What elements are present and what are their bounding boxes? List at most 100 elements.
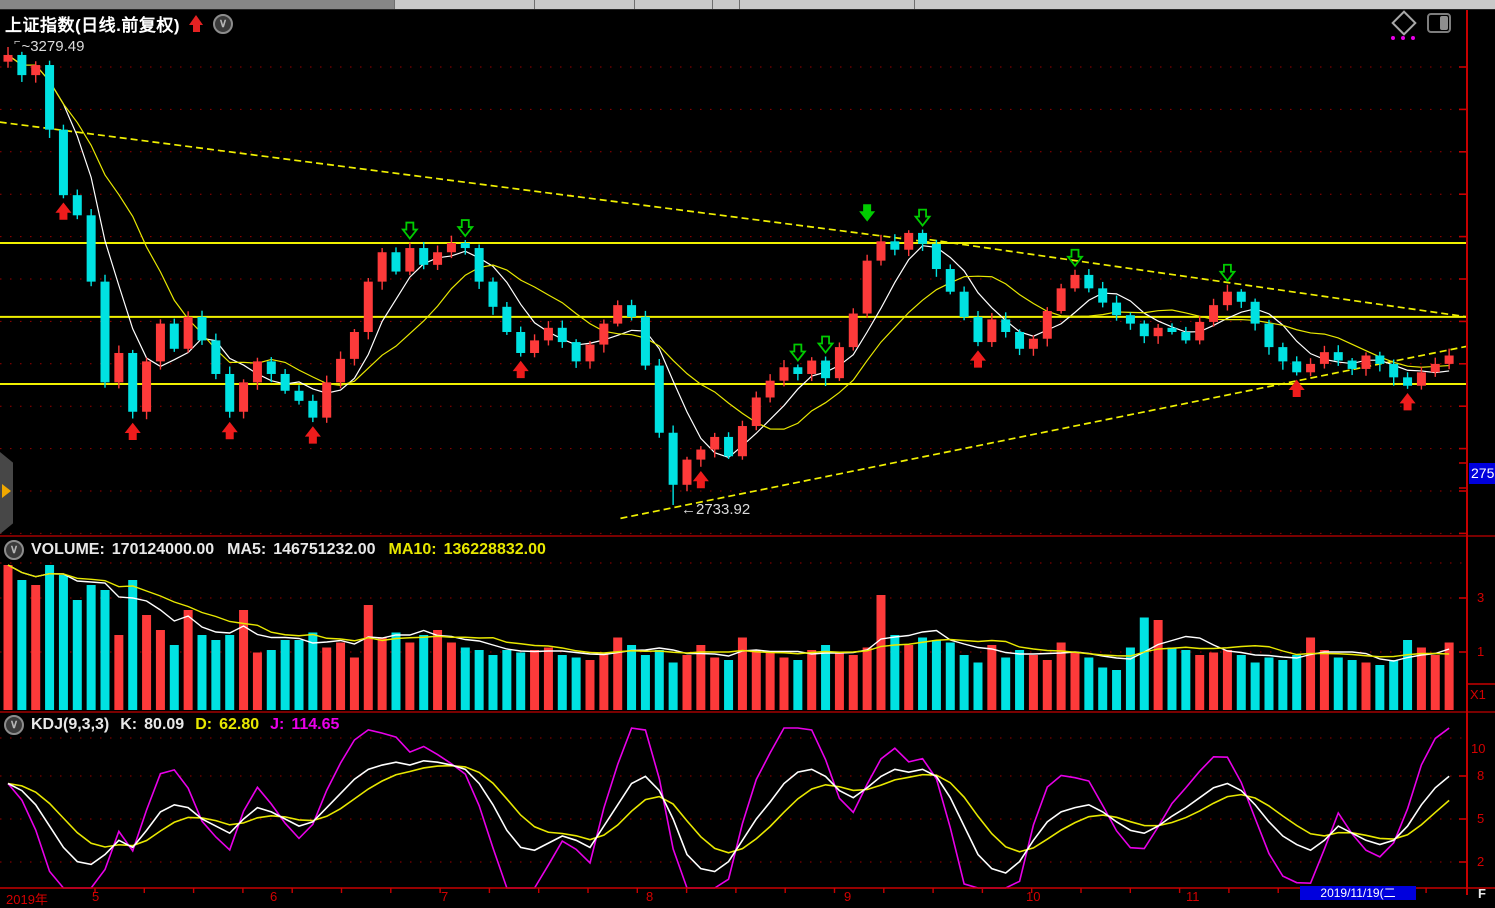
sell-signal-hollow-arrow — [819, 337, 833, 353]
x-axis-year-label: 2019年 — [6, 889, 48, 908]
volume-bar — [1140, 618, 1149, 711]
high-price-label: ⌐~3279.49 — [14, 36, 84, 55]
kdj-k-label: K: — [120, 716, 137, 734]
high-pointer-mark: ⌐ — [14, 36, 20, 48]
volume-bar — [239, 610, 248, 710]
toolbar-segment-dark — [0, 0, 394, 9]
volume-bar — [655, 650, 664, 710]
sidebar-expand-handle[interactable] — [0, 452, 13, 534]
candle-body — [1348, 361, 1357, 369]
volume-bar — [461, 648, 470, 711]
candle-body — [793, 367, 802, 374]
volume-bar — [1334, 658, 1343, 711]
trendline — [620, 346, 1467, 518]
toolbar-separator — [739, 0, 740, 9]
volume-bar — [779, 658, 788, 711]
volume-bar — [807, 650, 816, 710]
volume-ma5-label: MA5: — [227, 541, 266, 559]
volume-bar — [391, 633, 400, 711]
volume-bar — [294, 640, 303, 710]
kdj-k-value: 80.09 — [144, 716, 184, 734]
volume-bar — [613, 638, 622, 711]
volume-bar — [973, 663, 982, 711]
corner-partial-char: F — [1478, 886, 1486, 901]
candle-body — [1084, 275, 1093, 288]
volume-bar — [1306, 638, 1315, 711]
volume-axis-label: 3 — [1477, 590, 1484, 605]
kdj-axis-label: 5 — [1477, 811, 1484, 826]
ellipsis-dots-icon — [1391, 36, 1415, 40]
collapse-kdj-icon[interactable]: ∨ — [4, 715, 24, 735]
volume-bar — [156, 630, 165, 710]
volume-bar — [1237, 655, 1246, 710]
candle-body — [627, 305, 636, 317]
toolbar-separator — [534, 0, 535, 9]
volume-bar — [322, 648, 331, 711]
volume-bar — [627, 645, 636, 710]
volume-bar — [433, 630, 442, 710]
candle-body — [1375, 356, 1384, 364]
volume-bar — [1154, 620, 1163, 710]
candle-body — [433, 252, 442, 265]
candle-body — [849, 314, 858, 348]
volume-bar — [904, 645, 913, 710]
volume-bar — [1389, 660, 1398, 710]
volume-bar — [31, 585, 40, 710]
toolbar-separator — [914, 0, 915, 9]
candle-body — [1154, 328, 1163, 336]
volume-ma5-value: 146751232.00 — [273, 541, 375, 559]
sell-signal-hollow-arrow — [403, 223, 417, 239]
volume-bar — [572, 658, 581, 711]
volume-bar — [585, 660, 594, 710]
volume-bar — [876, 595, 885, 710]
candle-body — [932, 244, 941, 269]
kdj-d-line — [8, 766, 1449, 853]
volume-bar — [378, 638, 387, 711]
trend-up-arrow-icon — [189, 15, 204, 32]
current-price-badge: 275 — [1469, 463, 1495, 484]
candle-body — [31, 65, 40, 75]
kdj-d-label: D: — [195, 716, 212, 734]
panel-toggle-icon[interactable] — [1427, 13, 1451, 33]
sell-signal-arrow — [860, 205, 874, 221]
x-axis-month-label: 9 — [844, 889, 851, 904]
volume-bar — [821, 645, 830, 710]
kdj-label: KDJ(9,3,3) — [31, 716, 109, 734]
candle-body — [128, 353, 137, 412]
kdj-axis-label: 8 — [1477, 768, 1484, 783]
candle-body — [946, 269, 955, 292]
volume-bar — [1361, 663, 1370, 711]
collapse-volume-icon[interactable]: ∨ — [4, 540, 24, 560]
volume-bar — [267, 650, 276, 710]
candle-body — [1320, 352, 1329, 364]
candle-body — [267, 361, 276, 374]
price-ma5-line — [8, 55, 1449, 457]
candle-body — [835, 347, 844, 378]
volume-bar — [1403, 640, 1412, 710]
candle-body — [281, 374, 290, 391]
volume-bar — [364, 605, 373, 710]
x-axis-month-label: 10 — [1026, 889, 1040, 904]
candle-body — [156, 324, 165, 362]
candle-body — [807, 361, 816, 374]
collapse-main-chart-icon[interactable]: ∨ — [213, 14, 233, 34]
volume-bar — [475, 650, 484, 710]
candle-body — [1195, 322, 1204, 340]
chart-canvas[interactable] — [0, 0, 1495, 900]
volume-bar — [447, 643, 456, 711]
volume-bar — [1043, 660, 1052, 710]
volume-bar — [488, 655, 497, 710]
volume-bar — [211, 640, 220, 710]
candle-body — [821, 361, 830, 379]
candle-body — [1043, 311, 1052, 339]
sell-signal-hollow-arrow — [916, 210, 930, 226]
volume-bar — [17, 580, 26, 710]
candle-body — [766, 381, 775, 398]
candle-body — [378, 252, 387, 281]
volume-bar — [696, 645, 705, 710]
candle-body — [724, 437, 733, 456]
volume-bar — [558, 655, 567, 710]
candle-body — [1389, 364, 1398, 377]
candle-body — [1334, 352, 1343, 360]
volume-bar — [350, 658, 359, 711]
